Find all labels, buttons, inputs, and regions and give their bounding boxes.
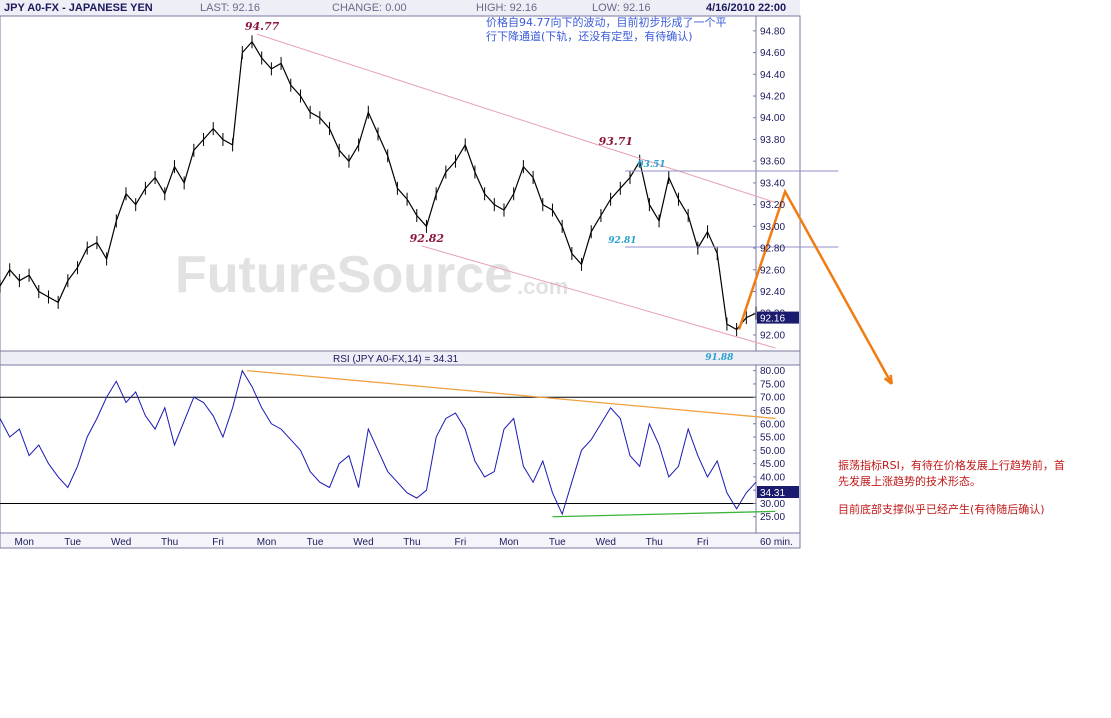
rsi-note-line1: 振荡指标RSI，有待在价格发展上行趋势前，首 [838,459,1065,472]
rsi-tick-label: 40.00 [760,472,785,483]
time-axis-label: Fri [697,537,709,548]
time-axis-label: Wed [353,537,373,548]
last-price-label: 92.16 [760,314,785,325]
last-label: LAST: [200,2,230,14]
change-label: CHANGE: [332,2,383,14]
price-tick-label: 92.60 [760,265,785,276]
price-tick-label: 92.80 [760,244,785,255]
change-field: CHANGE: 0.00 [332,0,407,16]
rsi-tick-label: 75.00 [760,379,785,390]
time-axis-label: Thu [161,537,178,548]
price-tick-label: 92.00 [760,330,785,341]
price-tick-label: 94.00 [760,113,785,124]
rsi-tick-label: 70.00 [760,393,785,404]
price-chart: FutureSource .com 94.7792.8293.7193.5192… [0,0,893,549]
rsi-tick-label: 25.00 [760,512,785,523]
price-tick-label: 93.20 [760,200,785,211]
rsi-note-line3: 目前底部支撑似乎已经产生(有待随后确认) [838,503,1045,516]
last-field: LAST: 92.16 [200,0,260,16]
datetime-label: 4/16/2010 22:00 [706,2,787,14]
time-axis-label: Tue [307,537,324,548]
channel-note-line1: 价格自94.77向下的波动，目前初步形成了一个平 [486,16,727,29]
rsi-note: 振荡指标RSI，有待在价格发展上行趋势前，首 先发展上涨趋势的技术形态。 目前底… [838,458,1098,518]
price-annotation: 93.51 [637,160,665,170]
price-tick-label: 94.80 [760,26,785,37]
time-axis-label: Wed [596,537,616,548]
symbol-title: JPY A0-FX - JAPANESE YEN [4,0,153,16]
price-tick-label: 93.60 [760,157,785,168]
rsi-title: RSI (JPY A0-FX,14) = 34.31 [333,354,459,365]
price-tick-label: 94.20 [760,92,785,103]
rsi-tick-label: 50.00 [760,446,785,457]
rsi-tick-label: 45.00 [760,459,785,470]
change-value: 0.00 [385,2,407,14]
time-axis-label: Fri [455,537,467,548]
last-value: 92.16 [232,2,260,14]
rsi-tick-label: 55.00 [760,433,785,444]
high-field: HIGH: 92.16 [476,0,537,16]
symbol-label: JPY A0-FX - JAPANESE YEN [4,2,153,14]
price-tick-label: 94.60 [760,48,785,59]
time-axis-label: Wed [111,537,131,548]
price-annotation: 93.71 [599,135,633,148]
time-axis-label: Fri [212,537,224,548]
low-label: LOW: [592,2,620,14]
time-axis-label: Mon [499,537,518,548]
rsi-tick-label: 80.00 [760,366,785,377]
price-tick-label: 92.40 [760,287,785,298]
low-field: LOW: 92.16 [592,0,651,16]
rsi-tick-label: 30.00 [760,499,785,510]
rsi-note-line2: 先发展上涨趋势的技术形态。 [838,475,981,488]
price-tick-label: 94.40 [760,70,785,81]
time-axis-label: Thu [403,537,420,548]
channel-note: 价格自94.77向下的波动，目前初步形成了一个平 行下降通道(下轨，还没有定型，… [486,16,727,44]
low-value: 92.16 [622,2,651,14]
price-tick-label: 93.40 [760,178,785,189]
price-annotation: 92.81 [608,236,636,246]
high-label: HIGH: [476,2,507,14]
price-annotation: 94.77 [245,20,280,33]
high-value: 92.16 [509,2,538,14]
price-tick-label: 93.00 [760,222,785,233]
rsi-tick-label: 60.00 [760,419,785,430]
time-axis-label: Mon [15,537,34,548]
price-annotation: 92.82 [410,232,445,245]
time-axis-label: Tue [64,537,81,548]
rsi-last-label: 34.31 [760,488,785,499]
price-tick-label: 93.80 [760,135,785,146]
interval-label: 60 min. [760,537,793,548]
time-axis-label: Tue [549,537,566,548]
price-annotation: 91.88 [705,353,734,363]
watermark: FutureSource [175,246,513,304]
channel-note-line2: 行下降通道(下轨，还没有定型，有待确认) [486,30,693,43]
time-axis-label: Mon [257,537,276,548]
time-axis-label: Thu [646,537,663,548]
rsi-tick-label: 65.00 [760,406,785,417]
